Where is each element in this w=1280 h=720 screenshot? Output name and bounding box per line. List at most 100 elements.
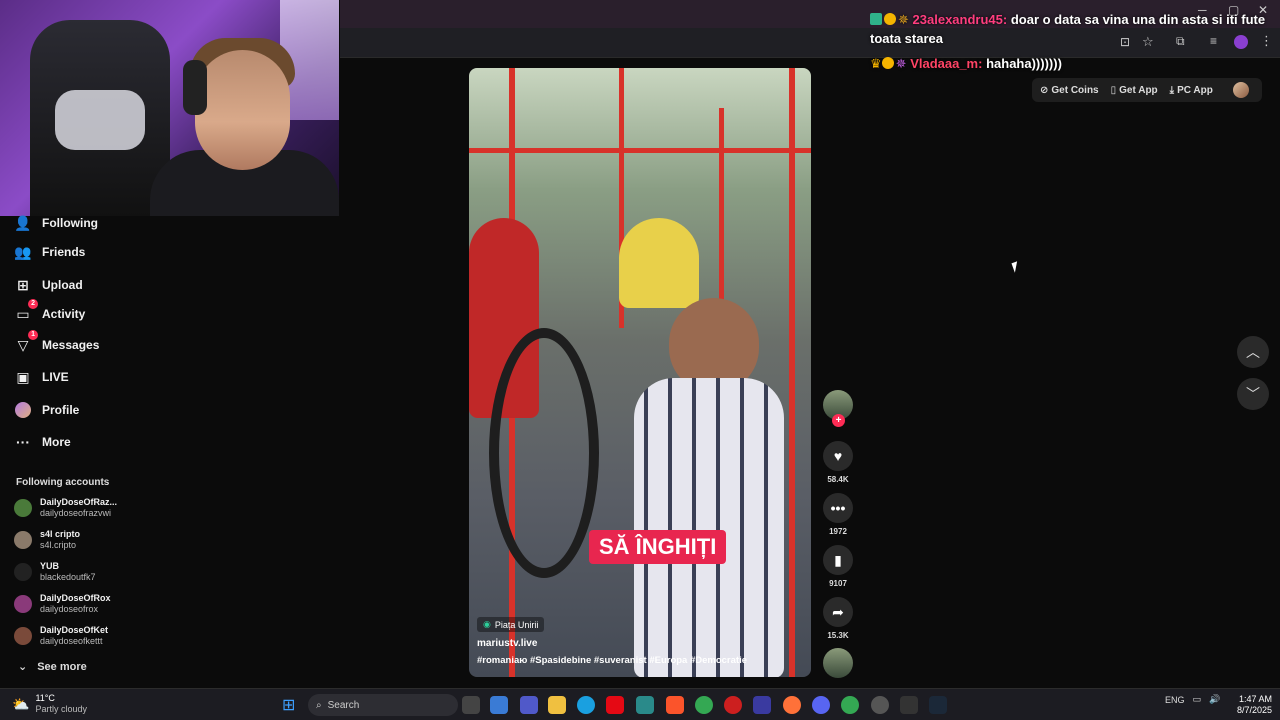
- next-video-button[interactable]: ﹀: [1237, 378, 1269, 410]
- share-button[interactable]: ➦ 15.3K: [822, 597, 854, 640]
- steam-icon[interactable]: [929, 696, 947, 714]
- account-handle: dailydoseofrox: [40, 604, 99, 614]
- copilot-icon[interactable]: [490, 696, 508, 714]
- upload-icon: ⊞: [17, 276, 29, 293]
- see-more-button[interactable]: ⌄ See more: [18, 660, 87, 674]
- chrome-icon[interactable]: [695, 696, 713, 714]
- account-name: DailyDoseOfRox: [40, 593, 111, 603]
- system-tray[interactable]: ENG ▭ 🔊: [1165, 694, 1220, 705]
- clock-time: 1:47 AM: [1238, 694, 1272, 704]
- video-location-tag[interactable]: ◉ Piața Unirii: [477, 617, 545, 632]
- top-actions-bar: ⊘ Get Coins ▯ Get App ⤓ PC App: [1032, 78, 1262, 102]
- video-author[interactable]: mariustv.live: [477, 638, 537, 649]
- video-caption: SĂ ÎNGHIȚI: [589, 530, 727, 564]
- app-l-icon[interactable]: [753, 696, 771, 714]
- teams-icon[interactable]: [520, 696, 538, 714]
- nav-live[interactable]: ▣ LIVE: [14, 368, 69, 386]
- save-button[interactable]: ▮ 9107: [822, 545, 854, 588]
- activity-badge: 2: [28, 299, 38, 309]
- get-coins-button[interactable]: ⊘ Get Coins: [1040, 85, 1099, 96]
- like-button[interactable]: ♥ 58.4K: [822, 441, 854, 484]
- woman-plaid-shirt: [634, 378, 784, 677]
- taskbar-clock[interactable]: 1:47 AM 8/7/2025: [1232, 694, 1272, 716]
- account-avatar: [14, 627, 32, 645]
- previous-video-button[interactable]: ︿: [1237, 336, 1269, 368]
- discord-icon[interactable]: [812, 696, 830, 714]
- see-more-label: See more: [37, 660, 87, 673]
- account-name: DailyDoseOfKet: [40, 625, 109, 635]
- messages-badge: 1: [28, 330, 38, 340]
- file-explorer-icon[interactable]: [548, 696, 566, 714]
- bus-pole: [789, 68, 795, 677]
- nav-following[interactable]: 👤 Following: [14, 214, 98, 232]
- music-disc-icon: [823, 648, 853, 678]
- activity-icon: ▭ 2: [14, 299, 38, 323]
- nav-upload-label: Upload: [42, 278, 83, 292]
- like-count: 58.4K: [827, 475, 849, 484]
- task-view-icon[interactable]: [462, 696, 480, 714]
- firefox-icon[interactable]: [783, 696, 801, 714]
- weather-temp: 11°C: [35, 693, 55, 703]
- comment-button[interactable]: ••• 1972: [822, 493, 854, 536]
- get-app-label: Get App: [1119, 84, 1158, 96]
- edge-icon[interactable]: [577, 696, 595, 714]
- account-name: YUB: [40, 561, 60, 571]
- nav-friends[interactable]: 👥 Friends: [14, 243, 85, 261]
- heart-icon: ♥: [823, 441, 853, 471]
- app-icon[interactable]: [636, 696, 654, 714]
- location-pin-icon: ◉: [483, 619, 491, 629]
- follow-plus-icon[interactable]: +: [832, 414, 845, 427]
- account-item[interactable]: DailyDoseOfRaz... dailydoseofrazvwi: [14, 497, 117, 519]
- taskbar-search[interactable]: ⌕ Search: [308, 694, 458, 716]
- network-icon[interactable]: ▭: [1193, 694, 1202, 705]
- sound-disc-button[interactable]: [822, 648, 854, 678]
- account-item[interactable]: DailyDoseOfKet dailydoseofkettt: [14, 625, 108, 647]
- nav-friends-label: Friends: [42, 245, 86, 259]
- windows-taskbar: ⛅ 11°C Partly cloudy ⊞ ⌕ Search ENG ▭ 🔊 1…: [0, 688, 1280, 720]
- app-g-icon[interactable]: [900, 696, 918, 714]
- nav-messages[interactable]: ▽ 1 Messages: [14, 330, 99, 354]
- creator-avatar-button[interactable]: +: [822, 390, 854, 427]
- account-handle: dailydoseofkettt: [40, 636, 103, 646]
- streamer-face: [195, 50, 290, 170]
- more-dots-icon: ···: [16, 434, 30, 450]
- language-indicator[interactable]: ENG: [1165, 695, 1185, 705]
- obs-icon[interactable]: [871, 696, 889, 714]
- account-handle: s4l.cripto: [40, 540, 77, 550]
- windows-start-icon[interactable]: ⊞: [282, 695, 295, 715]
- nav-activity[interactable]: ▭ 2 Activity: [14, 299, 85, 323]
- nav-following-label: Following: [42, 216, 98, 230]
- pc-app-button[interactable]: ⤓ PC App: [1170, 85, 1213, 96]
- search-icon: ⌕: [316, 699, 322, 711]
- nav-live-label: LIVE: [42, 370, 69, 384]
- following-icon: 👤: [14, 214, 32, 231]
- chat-text: hahaha))))))): [986, 56, 1062, 71]
- video-player[interactable]: SĂ ÎNGHIȚI ◉ Piața Unirii mariustv.live #…: [469, 68, 811, 677]
- user-avatar[interactable]: [1232, 82, 1249, 98]
- get-app-button[interactable]: ▯ Get App: [1111, 85, 1158, 96]
- nav-profile-label: Profile: [42, 403, 80, 417]
- video-hashtags[interactable]: #romaniaю #Spasidebine #suveranist #Euro…: [477, 655, 747, 666]
- chat-star-icon: ✵: [895, 56, 907, 71]
- account-item[interactable]: DailyDoseOfRox dailydoseofrox: [14, 593, 111, 615]
- nav-profile[interactable]: Profile: [14, 401, 79, 419]
- pc-app-label: PC App: [1177, 84, 1213, 96]
- account-item[interactable]: YUB blackedoutfk7: [14, 561, 96, 583]
- taskbar-search-label: Search: [327, 699, 360, 711]
- partly-cloudy-icon: ⛅: [12, 695, 30, 712]
- comment-icon: •••: [823, 493, 853, 523]
- netflix-icon[interactable]: [606, 696, 624, 714]
- nav-more[interactable]: ··· More: [14, 433, 71, 451]
- account-handle: blackedoutfk7: [40, 572, 96, 582]
- volume-icon[interactable]: 🔊: [1209, 694, 1220, 705]
- webcam-overlay: [0, 0, 339, 216]
- account-handle: dailydoseofrazvwi: [40, 508, 112, 518]
- weather-desc: Partly cloudy: [35, 704, 87, 714]
- chrome-active-icon[interactable]: [841, 696, 859, 714]
- chat-username: Vladaaa_m:: [910, 56, 983, 71]
- opera-icon[interactable]: [724, 696, 742, 714]
- nav-upload[interactable]: ⊞ Upload: [14, 276, 83, 294]
- brave-icon[interactable]: [666, 696, 684, 714]
- account-item[interactable]: s4l cripto s4l.cripto: [14, 529, 80, 551]
- weather-widget[interactable]: ⛅ 11°C Partly cloudy: [12, 693, 87, 715]
